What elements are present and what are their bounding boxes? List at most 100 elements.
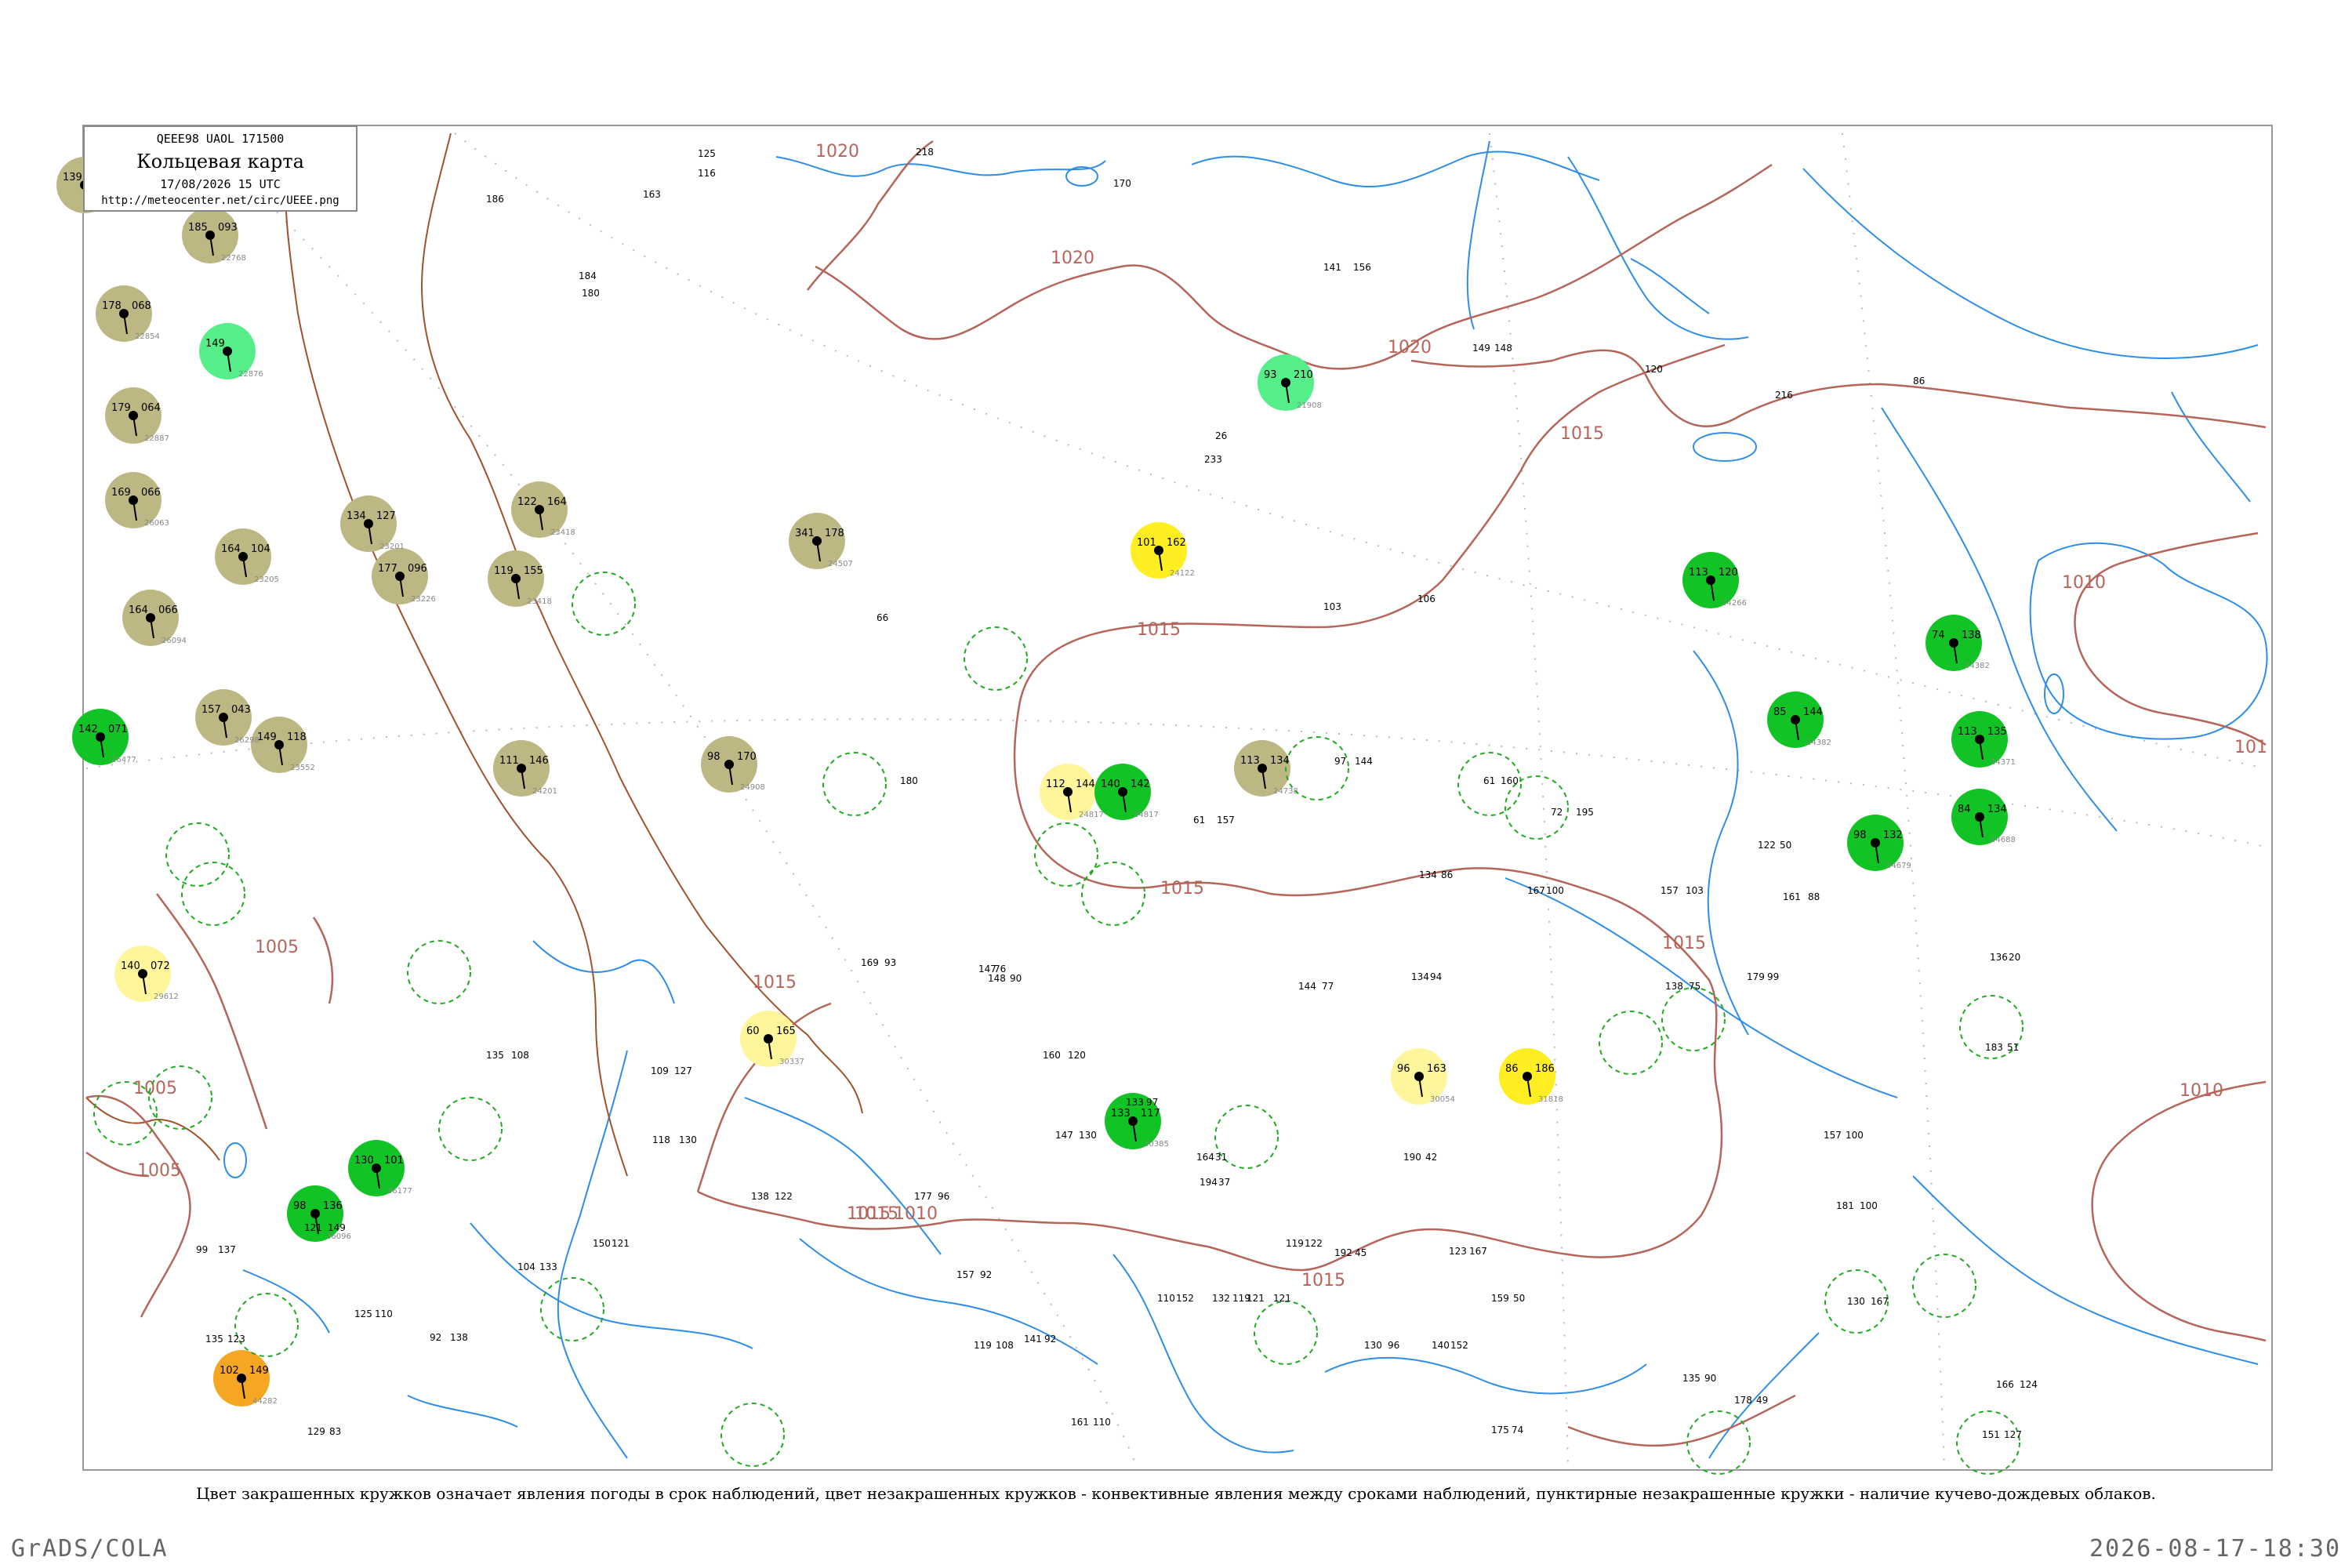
station-pressure: 163 (1427, 1063, 1446, 1075)
station-temperature: 102 (220, 1365, 239, 1377)
station-value: 138 (450, 1332, 468, 1343)
station-value: 123 (1449, 1246, 1467, 1257)
station-value: 31 (1215, 1152, 1227, 1163)
station-pressure: 186 (1535, 1063, 1555, 1075)
station-value: 166 (1996, 1379, 2014, 1390)
station-pressure: 142 (1131, 779, 1150, 790)
station-value: 152 (1450, 1340, 1468, 1351)
station-id: 30337 (779, 1058, 804, 1066)
station-temperature: 178 (102, 300, 122, 312)
station-pressure: 104 (251, 543, 270, 555)
station-value: 160 (1043, 1050, 1061, 1061)
station-temperature: 112 (1046, 779, 1065, 790)
station-value: 119 (1286, 1238, 1304, 1249)
station-value: 42 (1425, 1152, 1437, 1163)
station-value: 72 (1551, 807, 1563, 818)
station-value: 167 (1871, 1296, 1889, 1307)
station-pressure: 134 (1987, 804, 2007, 815)
station-value: 163 (643, 189, 661, 200)
station-value: 103 (1686, 885, 1704, 896)
station-value: 169 (861, 957, 879, 968)
station-pressure: 096 (408, 563, 427, 575)
map-url[interactable]: http://meteocenter.net/circ/UEEE.png (85, 194, 356, 207)
isobar-label: 1020 (1388, 338, 1432, 358)
isobar-label: 1010 (2062, 573, 2106, 593)
station-value: 178 (1734, 1395, 1752, 1406)
station-value: 130 (1079, 1130, 1097, 1141)
station-value: 141 (1323, 262, 1341, 273)
station-pressure: 066 (141, 487, 161, 499)
station-value: 140 (1432, 1340, 1450, 1351)
station-value: 192 (1334, 1247, 1352, 1258)
station-value: 130 (1364, 1340, 1382, 1351)
station-value: 121 (304, 1222, 322, 1233)
station-pressure: 120 (1719, 567, 1738, 579)
station-temperature: 98 (707, 751, 720, 763)
station-value: 103 (1323, 601, 1341, 612)
station-id: 24122 (1170, 569, 1195, 578)
station-value: 83 (329, 1426, 341, 1437)
station-value: 135 (1682, 1373, 1700, 1384)
station-value: 164 (1196, 1152, 1214, 1163)
station-value: 90 (1704, 1373, 1716, 1384)
station-value: 125 (354, 1308, 372, 1319)
station-id: 24817 (1079, 811, 1104, 819)
station-value: 157 (1661, 885, 1679, 896)
isobar-label: 1015 (1560, 424, 1604, 444)
station-value: 141 (1024, 1334, 1042, 1345)
station-temperature: 86 (1505, 1063, 1519, 1075)
station-pressure: 164 (547, 496, 567, 508)
station-pressure: 144 (1076, 779, 1095, 790)
station-value: 106 (1417, 593, 1436, 604)
station-value: 148 (988, 973, 1006, 984)
station-id: 21908 (1297, 401, 1322, 410)
station-value: 108 (511, 1050, 529, 1061)
station-value: 170 (1113, 178, 1131, 189)
station-value: 167 (1469, 1246, 1487, 1257)
station-value: 177 (914, 1191, 932, 1202)
station-pressure: 149 (249, 1365, 269, 1377)
station-temperature: 98 (293, 1200, 307, 1212)
station-temperature: 74 (1932, 630, 1945, 641)
station-pressure: 117 (1141, 1108, 1160, 1120)
station-value: 129 (307, 1426, 325, 1437)
station-pressure: 101 (384, 1155, 404, 1167)
station-value: 181 (1836, 1200, 1854, 1211)
station-value: 233 (1204, 454, 1222, 465)
station-temperature: 101 (1137, 537, 1156, 549)
bulletin-code: QEEE98 UAOL 171500 (156, 132, 285, 146)
station-value: 51 (2007, 1042, 2019, 1053)
isobar-label: 1010 (894, 1204, 938, 1224)
station-value: 159 (1491, 1293, 1509, 1304)
station-value: 151 (1982, 1429, 2000, 1440)
station-id: 22768 (221, 254, 246, 263)
station-temperature: 119 (494, 565, 514, 577)
station-id: 24382 (1965, 662, 1990, 670)
station-value: 190 (1403, 1152, 1421, 1163)
station-value: 92 (430, 1332, 441, 1343)
station-value: 74 (1512, 1425, 1523, 1436)
station-value: 157 (956, 1269, 975, 1280)
station-id: 29612 (154, 993, 179, 1001)
station-value: 157 (1217, 815, 1235, 826)
station-value: 123 (227, 1334, 245, 1345)
station-pressure: 072 (151, 960, 170, 972)
station-id: 31818 (1538, 1095, 1563, 1104)
station-value: 134 (1411, 971, 1429, 982)
station-value: 147 (1055, 1130, 1073, 1141)
station-id: 24738 (1273, 787, 1298, 796)
station-temperature: 139 (63, 172, 82, 183)
station-value: 99 (196, 1244, 208, 1255)
station-pressure: 170 (737, 751, 757, 763)
station-value: 99 (1767, 971, 1779, 982)
station-pressure: 134 (1270, 755, 1290, 767)
station-value: 135 (486, 1050, 504, 1061)
station-value: 127 (674, 1065, 692, 1076)
isobar-label: 1015 (847, 1204, 891, 1224)
station-value: 26 (1215, 430, 1227, 441)
station-temperature: 142 (78, 724, 98, 735)
map-caption: Цвет закрашенных кружков означает явлени… (196, 1484, 2156, 1503)
station-value: 77 (1322, 981, 1334, 992)
station-id: 23552 (290, 764, 315, 772)
station-value: 120 (1068, 1050, 1086, 1061)
